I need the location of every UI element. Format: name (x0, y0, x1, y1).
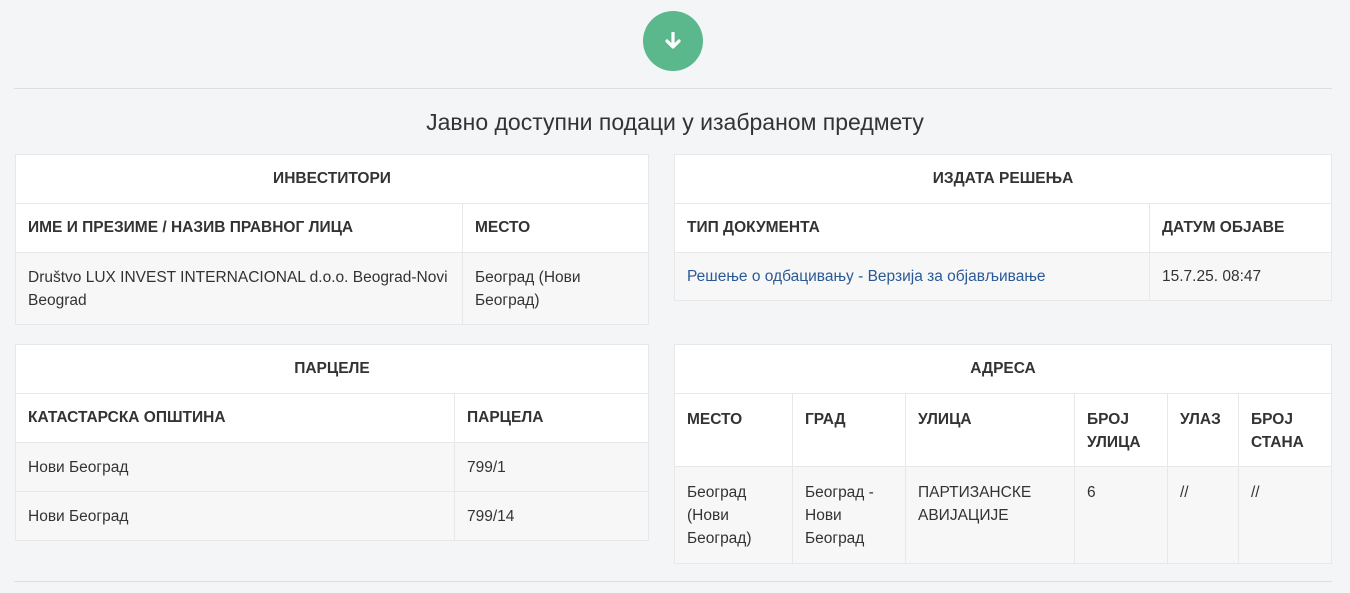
address-place: Београд (Нови Београд) (674, 466, 793, 564)
investor-name: Društvo LUX INVEST INTERNACIONAL d.o.o. … (15, 252, 463, 325)
parcel-municipality: Нови Београд (15, 491, 455, 541)
address-caption: АДРЕСА (673, 344, 1333, 394)
decision-document-link[interactable]: Решење о одбацивању - Верзија за објављи… (687, 268, 1046, 285)
column-header-place: МЕСТО (674, 393, 793, 467)
column-header-place: МЕСТО (462, 203, 649, 253)
address-street-number: 6 (1074, 466, 1168, 564)
column-header-cadastral-municipality: КАТАСТАРСКА ОПШТИНА (15, 393, 455, 443)
parcels-table: ПАРЦЕЛЕ КАТАСТАРСКА ОПШТИНА ПАРЦЕЛА Нови… (15, 344, 649, 541)
divider-top (14, 88, 1332, 89)
column-header-name: ИМЕ И ПРЕЗИМЕ / НАЗИВ ПРАВНОГ ЛИЦА (15, 203, 463, 253)
column-header-apartment: БРОЈ СТАНА (1237, 393, 1333, 467)
table-row: Нови Београд 799/14 (15, 491, 649, 541)
parcel-number: 799/1 (454, 442, 649, 492)
investor-place: Београд (Нови Београд) (462, 252, 649, 325)
column-header-parcel: ПАРЦЕЛА (454, 393, 649, 443)
column-header-street: УЛИЦА (905, 393, 1075, 467)
address-table: АДРЕСА МЕСТО ГРАД УЛИЦА БРОЈ УЛИЦА УЛАЗ … (673, 344, 1333, 564)
download-button[interactable] (643, 11, 703, 71)
address-entrance: // (1167, 466, 1239, 564)
parcel-municipality: Нови Београд (15, 442, 455, 492)
column-header-entrance: УЛАЗ (1167, 393, 1239, 467)
table-row: Решење о одбацивању - Верзија за објављи… (674, 252, 1332, 301)
table-row: Београд (Нови Београд) Београд - Нови Бе… (674, 466, 1333, 564)
decisions-caption: ИЗДАТА РЕШЕЊА (674, 154, 1332, 204)
investors-caption: ИНВЕСТИТОРИ (15, 154, 649, 204)
address-apartment: // (1237, 466, 1333, 564)
parcels-caption: ПАРЦЕЛЕ (15, 344, 649, 394)
decision-date: 15.7.25. 08:47 (1149, 252, 1332, 301)
address-city: Београд - Нови Београд (792, 466, 906, 564)
section-title: Јавно доступни подаци у изабраном предме… (426, 109, 924, 135)
table-row: Нови Београд 799/1 (15, 442, 649, 492)
arrow-down-icon (665, 32, 681, 50)
table-row: Društvo LUX INVEST INTERNACIONAL d.o.o. … (15, 252, 649, 325)
decisions-table: ИЗДАТА РЕШЕЊА ТИП ДОКУМЕНТА ДАТУМ ОБЈАВЕ… (674, 154, 1332, 301)
address-street: ПАРТИЗАНСКЕ АВИЈАЦИЈЕ (905, 466, 1075, 564)
column-header-doc-type: ТИП ДОКУМЕНТА (674, 203, 1150, 253)
investors-table: ИНВЕСТИТОРИ ИМЕ И ПРЕЗИМЕ / НАЗИВ ПРАВНО… (15, 154, 649, 325)
column-header-city: ГРАД (792, 393, 906, 467)
column-header-street-number: БРОЈ УЛИЦА (1074, 393, 1168, 467)
divider-bottom (14, 581, 1332, 582)
parcel-number: 799/14 (454, 491, 649, 541)
column-header-publish-date: ДАТУМ ОБЈАВЕ (1149, 203, 1332, 253)
